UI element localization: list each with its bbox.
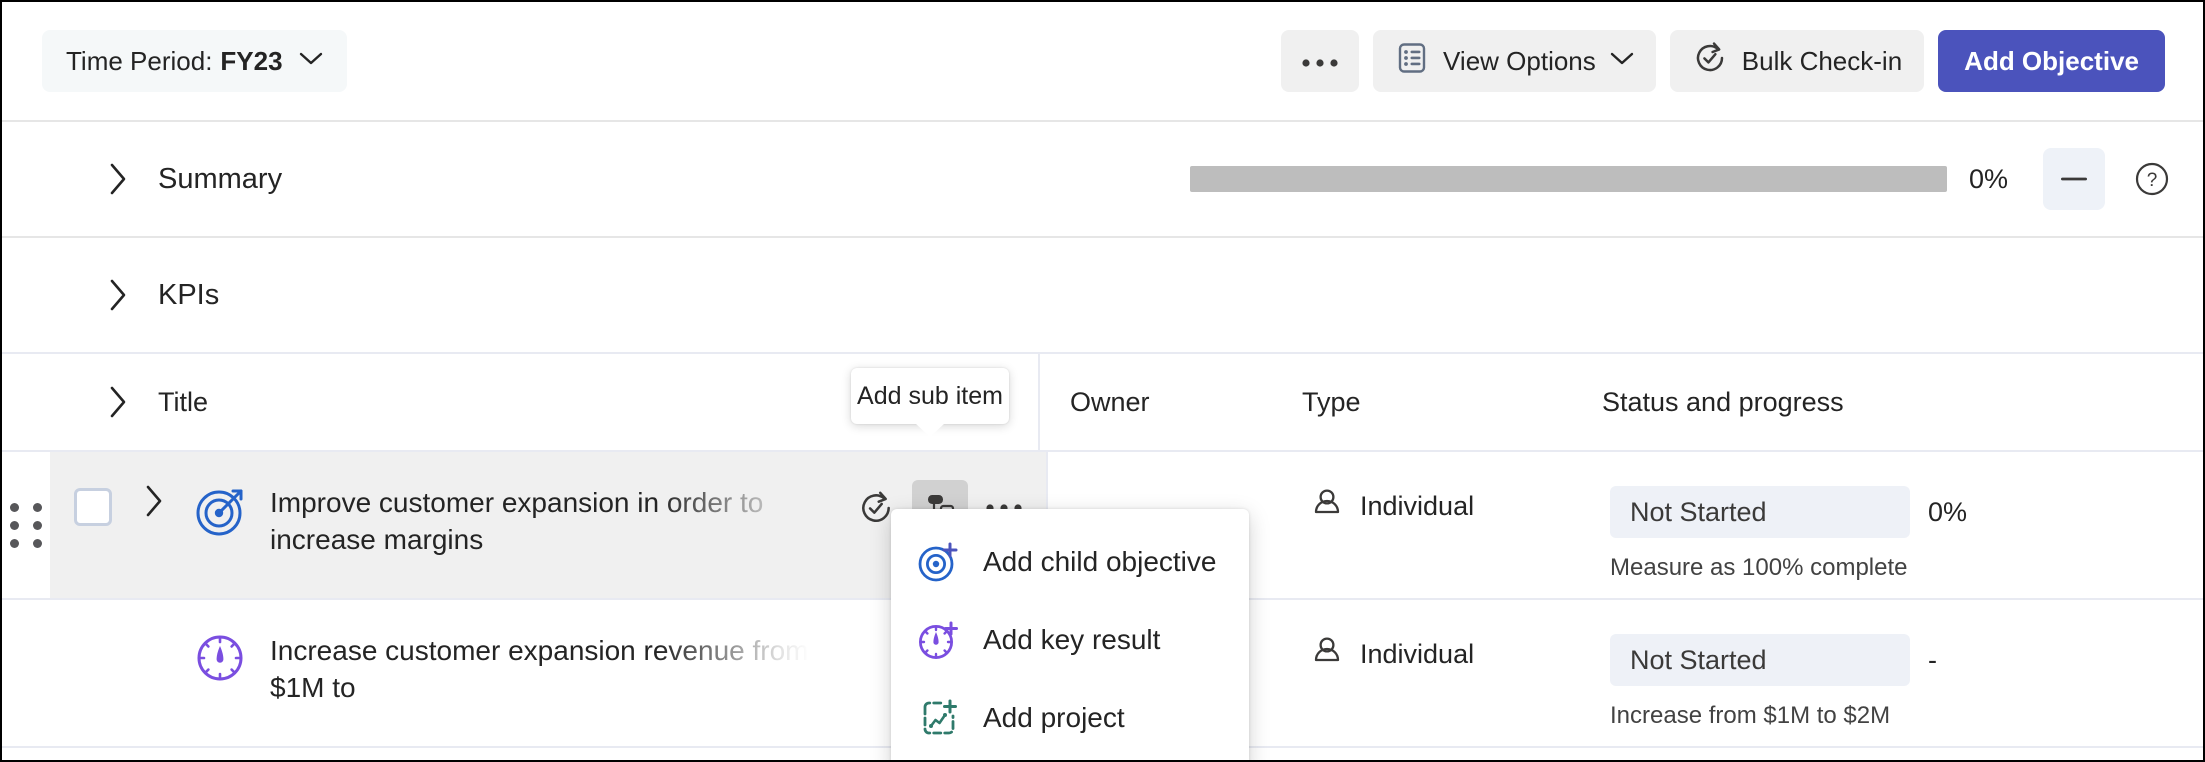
target-plus-icon	[917, 540, 961, 584]
row-status-cell: Not Started - Increase from $1M to $2M	[1610, 634, 2203, 730]
menu-item-add-child-objective[interactable]: Add child objective	[891, 523, 1249, 601]
row-progress-percent: 0%	[1928, 496, 1968, 527]
person-icon	[1310, 486, 1344, 527]
row-type-cell: Individual	[1310, 486, 1610, 527]
row-status-subtext: Measure as 100% complete	[1610, 554, 1908, 581]
view-options-button[interactable]: View Options	[1373, 30, 1656, 92]
toolbar-right-group: View Options Bulk Check-in Add Objective	[1281, 30, 2165, 92]
row-type-text: Individual	[1360, 491, 1475, 521]
row-type-text: Individual	[1360, 639, 1475, 669]
section-row-summary[interactable]: Summary 0% ?	[2, 120, 2203, 236]
objective-target-icon	[194, 484, 248, 538]
menu-item-label: Add key result	[983, 624, 1161, 655]
summary-progress-bar	[1190, 166, 1947, 192]
row-type-cell: Individual	[1310, 634, 1610, 675]
time-period-dropdown[interactable]: Time Period: FY23	[42, 30, 347, 92]
person-icon	[1310, 634, 1344, 675]
row-status-pill[interactable]: Not Started	[1610, 486, 1910, 538]
chevron-down-icon	[299, 51, 323, 71]
chevron-right-icon[interactable]	[96, 385, 140, 419]
summary-progress-group: 0% ?	[1190, 148, 2203, 210]
menu-item-label: Add child objective	[983, 546, 1217, 577]
add-sub-item-tooltip: Add sub item	[851, 368, 1009, 424]
add-sub-item-menu: Add child objective Add key result Add p…	[891, 509, 1249, 760]
key-result-gauge-icon	[194, 632, 248, 686]
toolbar: Time Period: FY23 View Options Bulk Chec…	[2, 2, 2203, 120]
column-header-status[interactable]: Status and progress	[1602, 387, 1844, 418]
time-period-value: FY23	[220, 45, 283, 76]
chevron-right-icon[interactable]	[96, 278, 140, 312]
row-status-cell: Not Started 0% Measure as 100% complete	[1610, 486, 2203, 582]
drag-handle[interactable]	[2, 600, 50, 746]
row-status-line: Not Started 0%	[1610, 486, 2203, 538]
view-options-label: View Options	[1443, 45, 1596, 76]
chevron-down-icon	[1610, 51, 1634, 71]
column-header-type[interactable]: Type	[1302, 387, 1602, 418]
row-status-pill[interactable]: Not Started	[1610, 634, 1910, 686]
row-status-line: Not Started -	[1610, 634, 2203, 686]
menu-item-label: Add project	[983, 702, 1125, 733]
svg-text:?: ?	[2147, 170, 2158, 191]
section-title-summary: Summary	[158, 162, 283, 195]
chevron-right-icon[interactable]	[130, 484, 178, 518]
help-icon[interactable]: ?	[2127, 154, 2177, 204]
add-objective-button[interactable]: Add Objective	[1938, 30, 2165, 92]
toolbar-left-group: Time Period: FY23	[42, 30, 347, 92]
project-plus-icon	[917, 696, 961, 740]
gauge-plus-icon	[917, 618, 961, 662]
section-title-kpis: KPIs	[158, 278, 220, 311]
drag-handle[interactable]	[2, 452, 50, 598]
ellipsis-icon	[1300, 54, 1340, 69]
table-header-row: Title Owner Type Status and progress	[2, 352, 2203, 451]
menu-item-add-key-result[interactable]: Add key result	[891, 601, 1249, 679]
list-view-icon	[1395, 41, 1429, 82]
collapse-summary-button[interactable]	[2043, 148, 2105, 210]
section-row-kpis[interactable]: KPIs	[2, 236, 2203, 352]
row-checkbox[interactable]	[74, 488, 112, 526]
okr-table-app: Time Period: FY23 View Options Bulk Chec…	[0, 0, 2205, 762]
row-progress-percent: -	[1928, 644, 1937, 675]
row-title-text: Increase customer expansion revenue from…	[270, 635, 809, 704]
time-period-label: Time Period:	[66, 45, 213, 76]
column-header-owner[interactable]: Owner	[1040, 387, 1302, 418]
chevron-right-icon[interactable]	[96, 162, 140, 196]
more-options-button[interactable]	[1281, 30, 1360, 92]
row-title-text: Improve customer expansion in order to i…	[270, 487, 764, 556]
checkin-refresh-icon	[1692, 40, 1728, 83]
summary-progress-percent: 0%	[1969, 163, 2009, 194]
bulk-checkin-label: Bulk Check-in	[1741, 45, 1903, 76]
bulk-checkin-button[interactable]: Bulk Check-in	[1669, 30, 1925, 92]
drag-handle-icon	[10, 502, 42, 548]
menu-item-add-project[interactable]: Add project	[891, 679, 1249, 757]
row-status-subtext: Increase from $1M to $2M	[1610, 702, 1891, 729]
